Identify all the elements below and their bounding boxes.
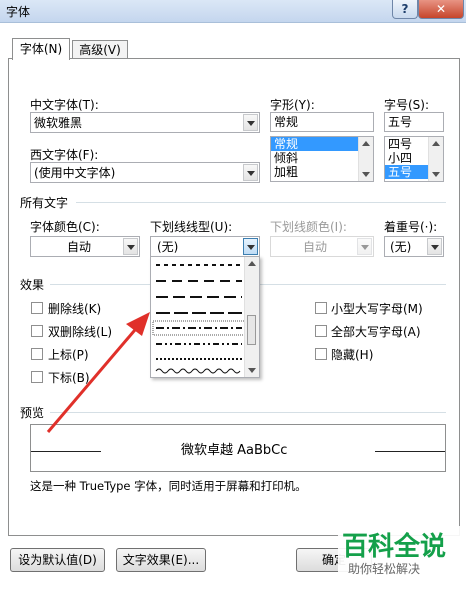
annotation-arrow xyxy=(46,312,150,433)
